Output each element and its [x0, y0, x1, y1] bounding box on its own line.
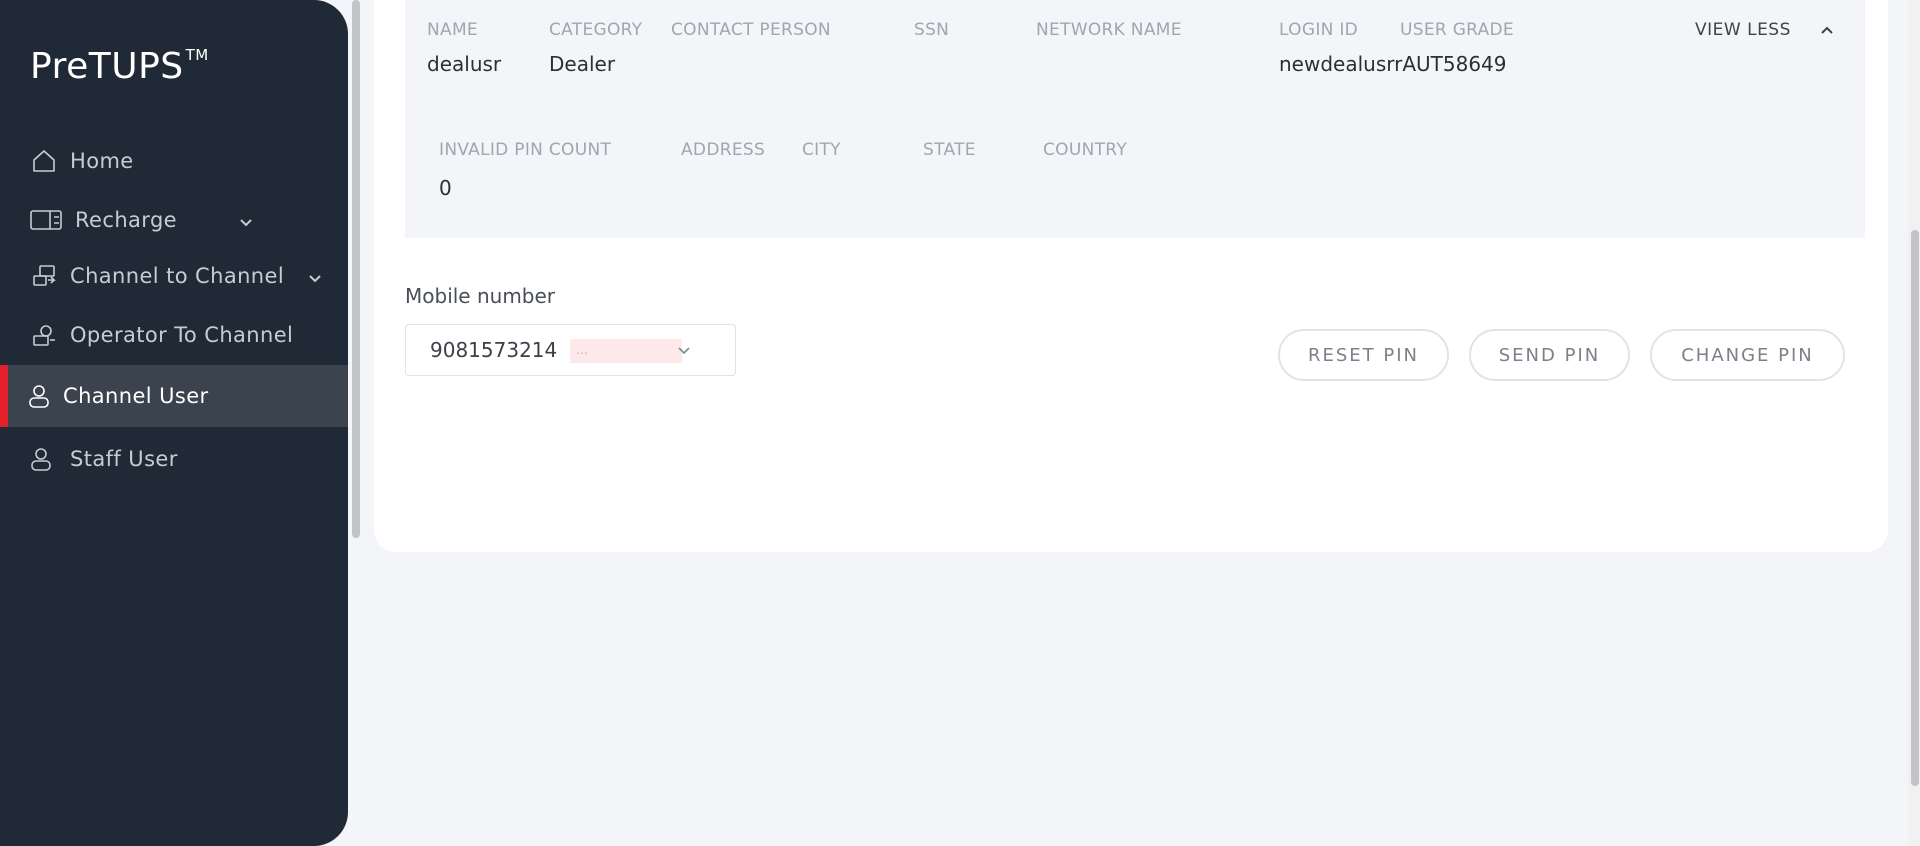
masked-value: ...: [570, 339, 682, 363]
detail-network-name: NETWORK NAME: [1036, 20, 1182, 52]
sidebar-item-label: Channel User: [63, 384, 209, 408]
detail-state: STATE: [923, 140, 976, 172]
sidebar-item-recharge[interactable]: Recharge: [0, 189, 348, 251]
sidebar-item-label: Recharge: [75, 208, 178, 232]
reset-pin-button[interactable]: RESET PIN: [1278, 329, 1449, 381]
chevron-down-icon: [676, 343, 692, 359]
detail-header: NAME: [427, 20, 478, 40]
detail-header: STATE: [923, 140, 976, 160]
sidebar-item-channel-user[interactable]: Channel User: [0, 365, 348, 427]
operator-icon: [30, 321, 58, 349]
detail-name: NAME dealusr: [427, 20, 501, 76]
change-pin-button[interactable]: CHANGE PIN: [1650, 329, 1845, 381]
sidebar-item-label: Home: [70, 149, 134, 173]
detail-header: CONTACT PERSON: [671, 20, 831, 40]
detail-header: INVALID PIN COUNT: [439, 140, 612, 160]
brand-trademark: TM: [185, 46, 209, 64]
user-icon: [27, 445, 55, 473]
detail-country: COUNTRY: [1043, 140, 1127, 172]
detail-header: USER GRADE: [1400, 20, 1514, 40]
home-icon: [30, 147, 58, 175]
sidebar-item-operator-to-channel[interactable]: Operator To Channel: [0, 304, 348, 366]
sidebar-item-channel-to-channel[interactable]: Channel to Channel: [0, 245, 348, 307]
detail-header: ADDRESS: [681, 140, 766, 160]
detail-value: 0: [439, 176, 452, 200]
detail-header: CITY: [802, 140, 841, 160]
detail-value: dealusr: [427, 52, 502, 76]
mobile-number-select[interactable]: 9081573214 ...: [405, 324, 736, 376]
sidebar-scrollbar[interactable]: [352, 0, 360, 538]
brand-logo: PreTUPS TM: [30, 46, 209, 87]
detail-header: NETWORK NAME: [1036, 20, 1182, 40]
recharge-card-icon: [30, 206, 62, 234]
send-pin-button[interactable]: SEND PIN: [1469, 329, 1630, 381]
detail-city: CITY: [802, 140, 841, 172]
mobile-number-label: Mobile number: [405, 284, 556, 308]
detail-invalid-pin-count: INVALID PIN COUNT 0: [439, 140, 611, 200]
sidebar-item-label: Operator To Channel: [70, 323, 294, 347]
chevron-down-icon[interactable]: [307, 268, 323, 284]
detail-user-grade: USER GRADE: [1400, 20, 1514, 52]
brand-name: PreTUPS: [30, 46, 184, 87]
detail-address: ADDRESS: [681, 140, 765, 172]
view-less-toggle[interactable]: VIEW LESS: [1695, 20, 1835, 40]
sidebar-item-label: Staff User: [70, 447, 178, 471]
detail-header: CATEGORY: [549, 20, 643, 40]
sidebar-item-home[interactable]: Home: [0, 130, 348, 192]
detail-contact-person: CONTACT PERSON: [671, 20, 831, 52]
transfer-icon: [30, 262, 58, 290]
sidebar: PreTUPS TM Home Recharge Channel to Chann…: [0, 0, 348, 846]
view-less-label: VIEW LESS: [1695, 20, 1791, 40]
detail-value: newdealusrrAUT58649: [1279, 52, 1507, 76]
chevron-up-icon: [1819, 22, 1835, 38]
page-scrollbar-thumb[interactable]: [1911, 230, 1919, 786]
chevron-down-icon[interactable]: [238, 212, 254, 228]
user-details-panel: NAME dealusr CATEGORY Dealer CONTACT PER…: [405, 0, 1865, 238]
detail-value: Dealer: [549, 52, 616, 76]
mobile-number-value: 9081573214: [430, 338, 558, 362]
user-icon: [25, 382, 53, 410]
sidebar-item-staff-user[interactable]: Staff User: [0, 428, 348, 490]
detail-category: CATEGORY Dealer: [549, 20, 642, 76]
detail-header: COUNTRY: [1043, 140, 1128, 160]
detail-header: SSN: [914, 20, 950, 40]
sidebar-item-label: Channel to Channel: [70, 264, 285, 288]
detail-ssn: SSN: [914, 20, 949, 52]
